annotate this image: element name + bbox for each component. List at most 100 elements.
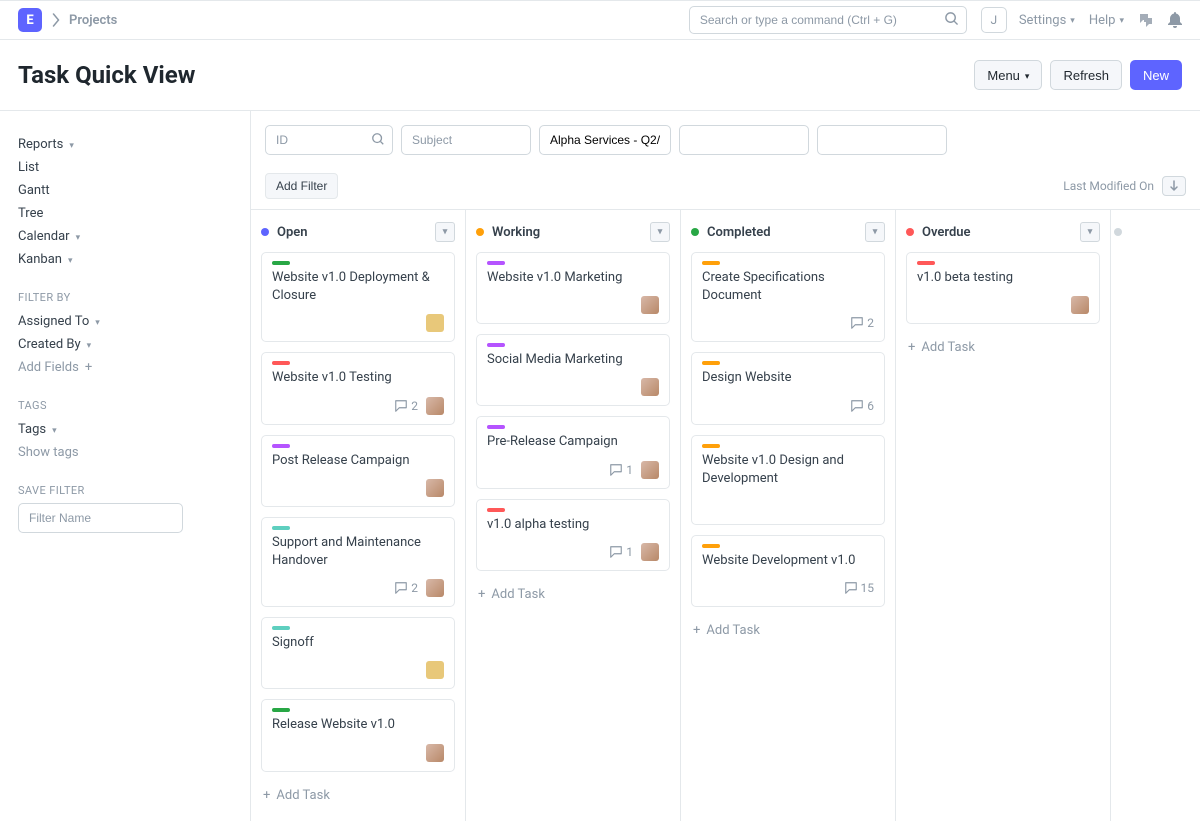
add-task-button[interactable]: +Add Task [906, 334, 1100, 361]
sidebar-view-calendar[interactable]: Calendar▾ [18, 225, 232, 248]
refresh-button[interactable]: Refresh [1050, 60, 1122, 90]
card-title: v1.0 alpha testing [487, 516, 659, 534]
comment-count: 2 [394, 399, 418, 413]
card-tag [917, 261, 935, 265]
kanban-card[interactable]: Website v1.0 Deployment & Closure [261, 252, 455, 342]
add-filter-button[interactable]: Add Filter [265, 173, 338, 199]
bell-icon[interactable] [1168, 12, 1182, 28]
column-menu[interactable]: ▾ [435, 222, 455, 242]
status-dot [261, 228, 269, 236]
kanban-card[interactable]: Pre-Release Campaign1 [476, 416, 670, 488]
sidebar-filter-created-by[interactable]: Created By▾ [18, 333, 232, 356]
sidebar: Reports▾ListGanttTreeCalendar▾Kanban▾ FI… [0, 111, 250, 821]
chat-icon[interactable] [1138, 12, 1154, 28]
kanban-card[interactable]: Release Website v1.0 [261, 699, 455, 771]
comment-count: 6 [850, 399, 874, 413]
card-title: Post Release Campaign [272, 452, 444, 470]
comment-count: 1 [609, 545, 633, 559]
sort-control[interactable]: Last Modified On [1063, 176, 1186, 196]
column-title: Open [277, 225, 308, 240]
kanban-overflow-column[interactable] [1111, 210, 1131, 821]
page-header: Task Quick View Menu▾ Refresh New [0, 40, 1200, 111]
empty-filter-2[interactable] [817, 125, 947, 155]
status-dot [691, 228, 699, 236]
show-tags[interactable]: Show tags [18, 441, 232, 464]
assignee-avatar [426, 479, 444, 497]
plus-icon: + [478, 587, 485, 602]
caret-down-icon: ▾ [95, 318, 100, 328]
app-logo[interactable]: E [18, 8, 42, 32]
column-title: Overdue [922, 225, 971, 240]
kanban-card[interactable]: Support and Maintenance Handover2 [261, 517, 455, 607]
caret-down-icon: ▾ [87, 341, 92, 351]
column-menu[interactable]: ▾ [650, 222, 670, 242]
comment-count: 1 [609, 463, 633, 477]
chevron-right-icon [52, 13, 61, 27]
card-tag [702, 261, 720, 265]
settings-menu[interactable]: Settings▾ [1019, 13, 1075, 28]
arrow-down-icon[interactable] [1162, 176, 1186, 196]
status-dot [476, 228, 484, 236]
add-task-button[interactable]: +Add Task [261, 782, 455, 809]
caret-down-icon: ▾ [1119, 16, 1124, 26]
column-menu[interactable]: ▾ [1080, 222, 1100, 242]
kanban-card[interactable]: Website v1.0 Marketing [476, 252, 670, 324]
column-title: Completed [707, 225, 771, 240]
sidebar-view-tree[interactable]: Tree [18, 202, 232, 225]
assignee-avatar [641, 296, 659, 314]
top-bar: E Projects J Settings▾ Help▾ [0, 0, 1200, 40]
sidebar-view-gantt[interactable]: Gantt [18, 179, 232, 202]
caret-down-icon: ▾ [68, 256, 73, 266]
plus-icon: + [693, 623, 700, 638]
kanban-card[interactable]: Create Specifications Document2 [691, 252, 885, 342]
kanban-card[interactable]: Social Media Marketing [476, 334, 670, 406]
kanban-column-completed: Completed ▾ Create Specifications Document… [681, 210, 896, 821]
add-fields[interactable]: Add Fields + [18, 356, 232, 379]
kanban-card[interactable]: v1.0 alpha testing 1 [476, 499, 670, 571]
kanban-card[interactable]: Signoff [261, 617, 455, 689]
new-button[interactable]: New [1130, 60, 1182, 90]
column-header: Open ▾ [261, 222, 455, 242]
card-tag [272, 444, 290, 448]
card-title: Social Media Marketing [487, 351, 659, 369]
kanban-column-working: Working ▾ Website v1.0 Marketing Social Med… [466, 210, 681, 821]
kanban-card[interactable]: v1.0 beta testing [906, 252, 1100, 324]
search-icon [371, 132, 385, 146]
global-search [689, 6, 967, 34]
card-tag [487, 425, 505, 429]
add-task-button[interactable]: +Add Task [476, 581, 670, 608]
project-filter[interactable] [539, 125, 671, 155]
sidebar-view-reports[interactable]: Reports▾ [18, 133, 232, 156]
sidebar-view-kanban[interactable]: Kanban▾ [18, 248, 232, 271]
tags-heading: TAGS [18, 399, 232, 412]
breadcrumb[interactable]: Projects [69, 13, 117, 28]
add-task-button[interactable]: +Add Task [691, 617, 885, 644]
kanban-card[interactable]: Design Website 6 [691, 352, 885, 424]
empty-filter-1[interactable] [679, 125, 809, 155]
kanban-column-overdue: Overdue ▾ v1.0 beta testing +Add Task [896, 210, 1111, 821]
kanban-card[interactable]: Website v1.0 Testing 2 [261, 352, 455, 424]
subject-filter[interactable] [401, 125, 531, 155]
column-title: Working [492, 225, 540, 240]
kanban-card[interactable]: Post Release Campaign [261, 435, 455, 507]
column-menu[interactable]: ▾ [865, 222, 885, 242]
sidebar-view-list[interactable]: List [18, 156, 232, 179]
kanban-card[interactable]: Website Development v1.015 [691, 535, 885, 607]
caret-down-icon: ▾ [76, 233, 81, 243]
main-area: Add Filter Last Modified On Open ▾ Website… [250, 111, 1200, 821]
card-title: Website v1.0 Testing [272, 369, 444, 387]
comment-count: 15 [844, 581, 875, 595]
kanban-board: Open ▾ Website v1.0 Deployment & Closure We… [251, 209, 1200, 821]
user-avatar[interactable]: J [981, 7, 1007, 33]
card-title: Design Website [702, 369, 874, 387]
search-input[interactable] [689, 6, 967, 34]
menu-button[interactable]: Menu▾ [974, 60, 1042, 90]
filter-name-input[interactable] [18, 503, 183, 533]
help-menu[interactable]: Help▾ [1089, 13, 1124, 28]
overflow-indicator [1114, 228, 1122, 236]
assignee-avatar [641, 543, 659, 561]
comment-count: 2 [850, 316, 874, 330]
sidebar-filter-assigned-to[interactable]: Assigned To▾ [18, 310, 232, 333]
tags-dropdown[interactable]: Tags▾ [18, 418, 232, 441]
kanban-card[interactable]: Website v1.0 Design and Development [691, 435, 885, 525]
